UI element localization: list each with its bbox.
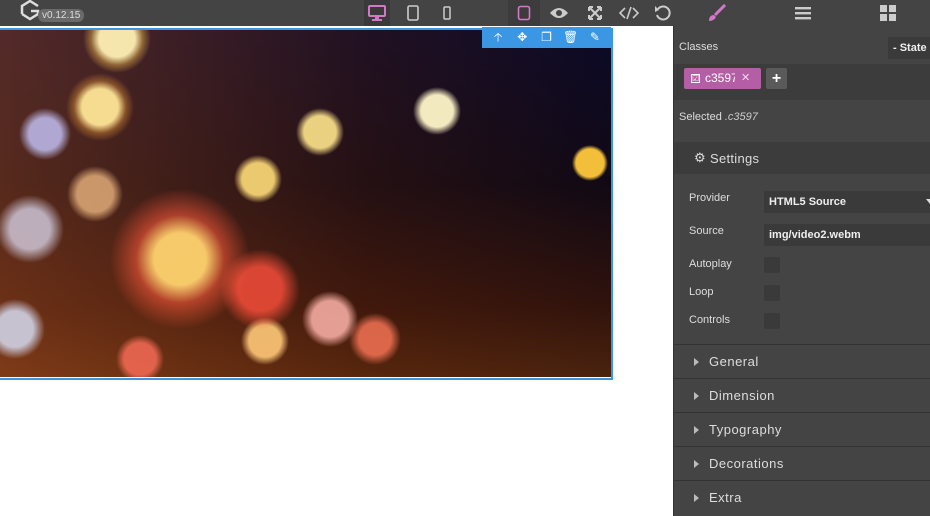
add-class-button[interactable]: + xyxy=(766,68,787,89)
caret-right-icon xyxy=(694,493,699,502)
desktop-icon xyxy=(368,5,386,21)
provider-value: HTML5 Source xyxy=(769,196,847,208)
provider-label: Provider xyxy=(689,192,730,204)
clone-icon[interactable]: ❐ xyxy=(536,27,556,48)
section-label: Extra xyxy=(709,490,742,505)
undo-icon xyxy=(655,5,671,21)
caret-right-icon xyxy=(694,357,699,366)
class-tag[interactable]: ☑ c3597 ✕ xyxy=(684,68,761,89)
source-label: Source xyxy=(689,225,724,237)
mobile-icon xyxy=(443,6,451,20)
preview-icon xyxy=(550,8,568,18)
blocks-icon xyxy=(880,5,896,21)
caret-right-icon xyxy=(694,459,699,468)
undo-button[interactable] xyxy=(651,0,675,26)
component-toolbar: 🡡 ✥ ❐ 🗑 ✎ xyxy=(482,27,611,48)
gear-icon: ⚙ xyxy=(694,150,706,165)
tag-checkbox-icon[interactable]: ☑ xyxy=(691,74,700,83)
classes-tags: ☑ c3597 ✕ + xyxy=(674,64,930,100)
provider-select[interactable]: HTML5 Source xyxy=(764,191,930,213)
section-decorations[interactable]: Decorations xyxy=(674,446,930,480)
device-tablet-button[interactable] xyxy=(402,0,424,26)
loop-label: Loop xyxy=(689,286,714,298)
settings-header[interactable]: ⚙ Settings xyxy=(674,142,930,174)
video-component[interactable] xyxy=(0,29,611,377)
loop-checkbox[interactable] xyxy=(764,285,780,301)
paint-brush-icon xyxy=(708,4,726,21)
open-style-manager-button[interactable] xyxy=(673,0,760,26)
section-label: Dimension xyxy=(709,388,775,403)
section-typography[interactable]: Typography xyxy=(674,412,930,446)
classes-header: Classes - State xyxy=(674,26,930,66)
tag-name: c3597 xyxy=(705,71,735,85)
fullscreen-icon xyxy=(588,6,602,20)
outline-icon xyxy=(517,5,531,21)
controls-checkbox[interactable] xyxy=(764,313,780,329)
selected-info: Selected .c3597 xyxy=(679,111,758,123)
settings-title: Settings xyxy=(709,150,760,166)
export-code-button[interactable] xyxy=(617,0,641,26)
arrow-up-icon[interactable]: 🡡 xyxy=(488,27,508,48)
tag-remove-icon[interactable]: ✕ xyxy=(741,68,750,89)
open-layers-button[interactable] xyxy=(760,0,846,26)
caret-right-icon xyxy=(694,425,699,434)
fullscreen-button[interactable] xyxy=(583,0,607,26)
source-value: img/video2.webm xyxy=(769,229,861,241)
device-desktop-button[interactable] xyxy=(364,0,390,26)
autoplay-checkbox[interactable] xyxy=(764,257,780,273)
open-blocks-button[interactable] xyxy=(846,0,930,26)
source-input[interactable]: img/video2.webm xyxy=(764,224,930,246)
version-badge: v0.12.15 xyxy=(38,9,85,22)
section-label: General xyxy=(709,354,759,369)
top-bar: v0.12.15 xyxy=(0,0,930,26)
section-general[interactable]: General xyxy=(674,344,930,378)
autoplay-label: Autoplay xyxy=(689,258,732,270)
preview-button[interactable] xyxy=(547,0,571,26)
caret-right-icon xyxy=(694,391,699,400)
section-dimension[interactable]: Dimension xyxy=(674,378,930,412)
move-icon[interactable]: ✥ xyxy=(512,27,532,48)
sw-visibility-button[interactable] xyxy=(508,0,540,26)
code-icon xyxy=(619,6,639,20)
pencil-icon[interactable]: ✎ xyxy=(585,27,605,48)
state-select[interactable]: - State xyxy=(888,37,930,59)
style-panel: Classes - State ☑ c3597 ✕ + Selected .c3… xyxy=(673,26,930,516)
selected-label: Selected xyxy=(679,111,722,123)
layers-icon xyxy=(795,7,811,20)
section-extra[interactable]: Extra xyxy=(674,480,930,514)
classes-label: Classes xyxy=(679,41,719,53)
device-mobile-button[interactable] xyxy=(438,0,456,26)
chevron-down-icon xyxy=(926,199,930,204)
selected-value: .c3597 xyxy=(724,111,758,123)
section-label: Decorations xyxy=(709,456,784,471)
section-label: Typography xyxy=(709,422,782,437)
canvas[interactable]: 🡡 ✥ ❐ 🗑 ✎ xyxy=(0,26,673,516)
controls-label: Controls xyxy=(689,314,730,326)
delete-icon[interactable]: 🗑 xyxy=(561,27,581,48)
tablet-icon xyxy=(407,5,419,21)
